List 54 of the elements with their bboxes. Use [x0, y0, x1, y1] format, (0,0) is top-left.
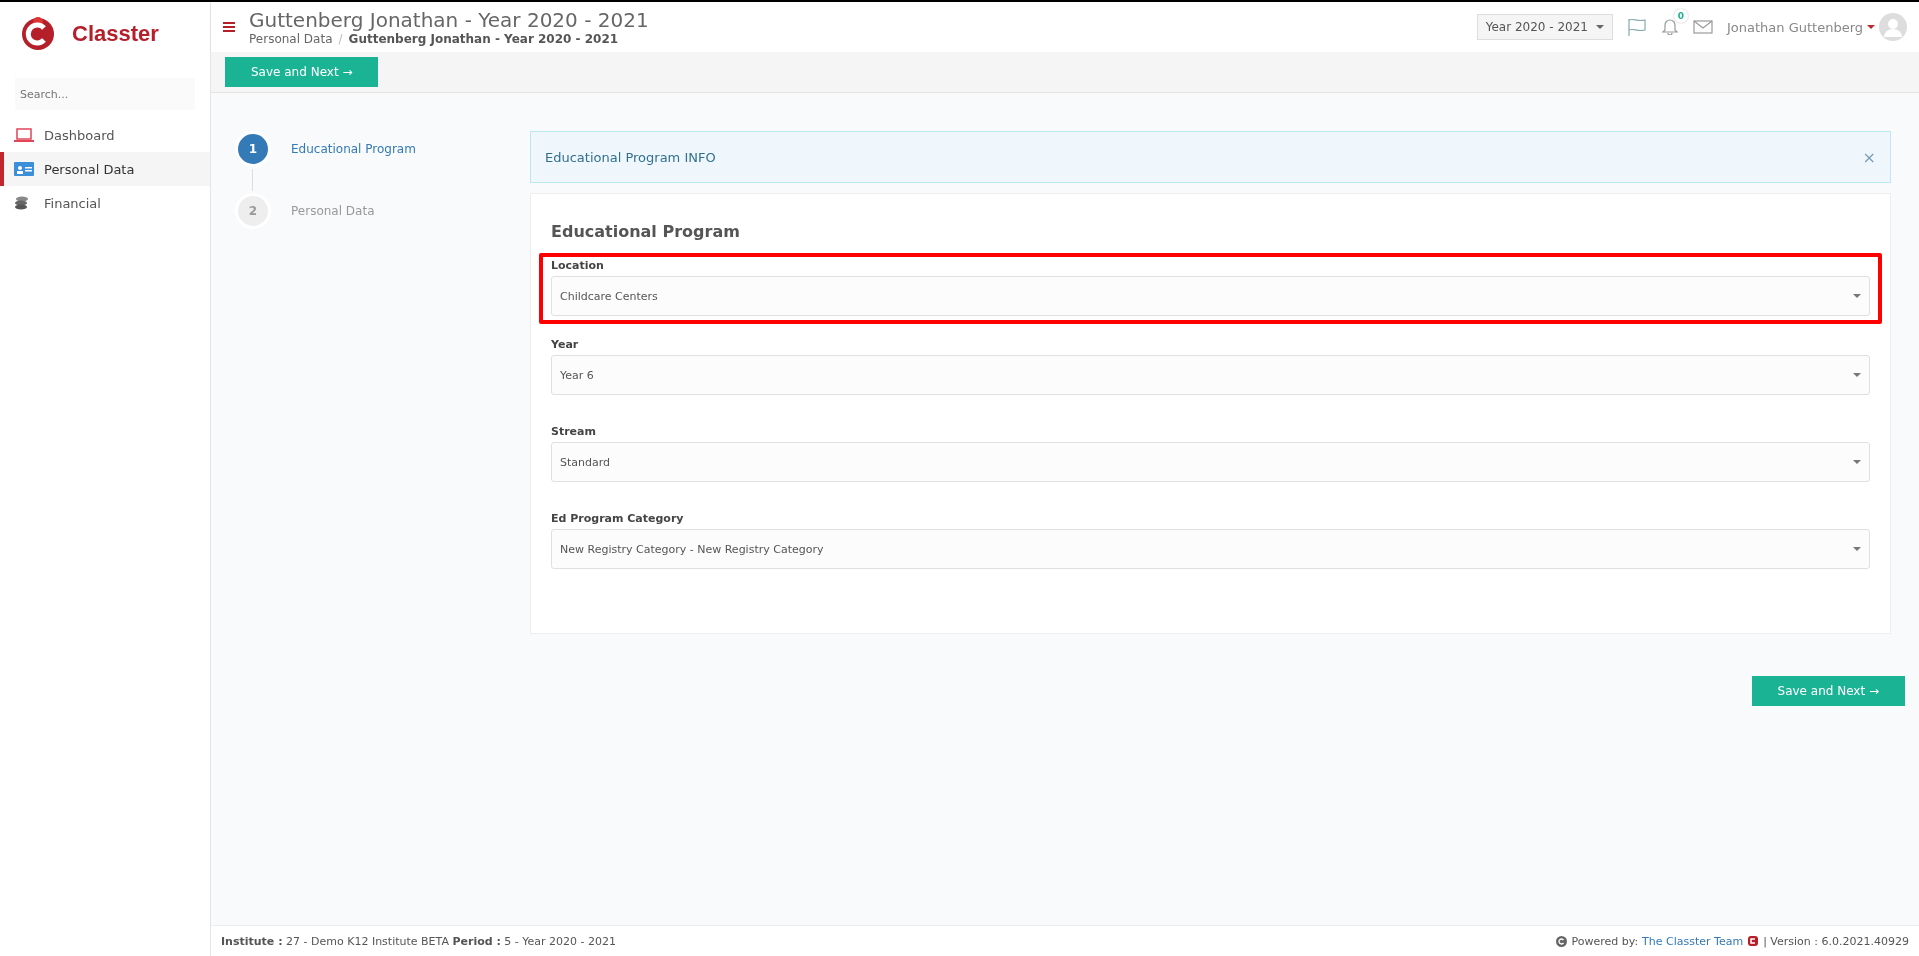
- sidebar-item-label: Personal Data: [44, 161, 135, 177]
- sidebar-item-label: Financial: [44, 195, 101, 211]
- select-value: Childcare Centers: [560, 289, 658, 303]
- caret-icon: [1853, 294, 1861, 298]
- caret-icon: [1853, 373, 1861, 377]
- caret-icon: [1853, 547, 1861, 551]
- bell-icon[interactable]: [1660, 16, 1679, 35]
- select-field[interactable]: Childcare Centers: [551, 276, 1870, 316]
- info-text: Educational Program INFO: [545, 149, 716, 165]
- wizard-step[interactable]: 1 Educational Program: [235, 131, 485, 167]
- copyright-icon: [1556, 935, 1568, 947]
- caret-icon: [1595, 25, 1604, 29]
- breadcrumb-separator: /: [338, 32, 343, 46]
- avatar-icon[interactable]: [1879, 13, 1907, 41]
- field-label: Ed Program Category: [551, 512, 685, 525]
- sidebar-item[interactable]: Personal Data: [0, 152, 210, 186]
- step-number: 2: [235, 193, 271, 229]
- search-field[interactable]: Search...: [15, 78, 195, 110]
- sidebar-item[interactable]: Dashboard: [0, 118, 210, 152]
- brand-name: Classter: [72, 21, 159, 47]
- field-label: Year: [551, 338, 580, 351]
- menu-icon[interactable]: [223, 22, 235, 32]
- form-title: Educational Program: [551, 222, 741, 241]
- sidebar-item-label: Dashboard: [44, 127, 115, 143]
- field-label: Location: [551, 259, 605, 272]
- team-link[interactable]: The Classter Team: [1642, 934, 1744, 948]
- step-label: Educational Program: [291, 142, 416, 156]
- select-value: Year 6: [560, 368, 594, 382]
- footer-info: Institute : 27 - Demo K12 Institute BETA Period : 5 - Year 2020 - 2021: [221, 934, 617, 948]
- powered-by-label: Powered by:: [1571, 934, 1639, 948]
- step-label: Personal Data: [291, 204, 375, 218]
- user-name[interactable]: Jonathan Guttenberg: [1726, 19, 1863, 35]
- notification-badge: 0: [1673, 8, 1688, 23]
- year-dropdown[interactable]: Year 2020 - 2021: [1476, 14, 1613, 40]
- laptop-icon: [14, 127, 34, 143]
- logo-icon: [20, 16, 56, 52]
- sidebar-item[interactable]: Financial: [0, 186, 210, 220]
- breadcrumb-current: Guttenberg Jonathan - Year 2020 - 2021: [348, 32, 619, 46]
- flag-icon[interactable]: [1626, 18, 1647, 36]
- select-value: Standard: [560, 455, 611, 469]
- step-number: 1: [235, 131, 271, 167]
- breadcrumb-link[interactable]: Personal Data: [249, 32, 333, 46]
- select-field[interactable]: New Registry Category - New Registry Category: [551, 529, 1870, 569]
- select-value: New Registry Category - New Registry Category: [560, 542, 824, 556]
- caret-icon: [1853, 460, 1861, 464]
- page-title: Guttenberg Jonathan - Year 2020 - 2021: [249, 8, 650, 32]
- mail-icon[interactable]: [1692, 20, 1713, 34]
- select-field[interactable]: Year 6: [551, 355, 1870, 395]
- id-card-icon: [14, 161, 34, 177]
- logo-icon: [1747, 935, 1760, 947]
- version-text: | Version : 6.0.2021.40929: [1763, 934, 1909, 948]
- caret-icon: [1867, 25, 1875, 29]
- select-field[interactable]: Standard: [551, 442, 1870, 482]
- field-label: Stream: [551, 425, 597, 438]
